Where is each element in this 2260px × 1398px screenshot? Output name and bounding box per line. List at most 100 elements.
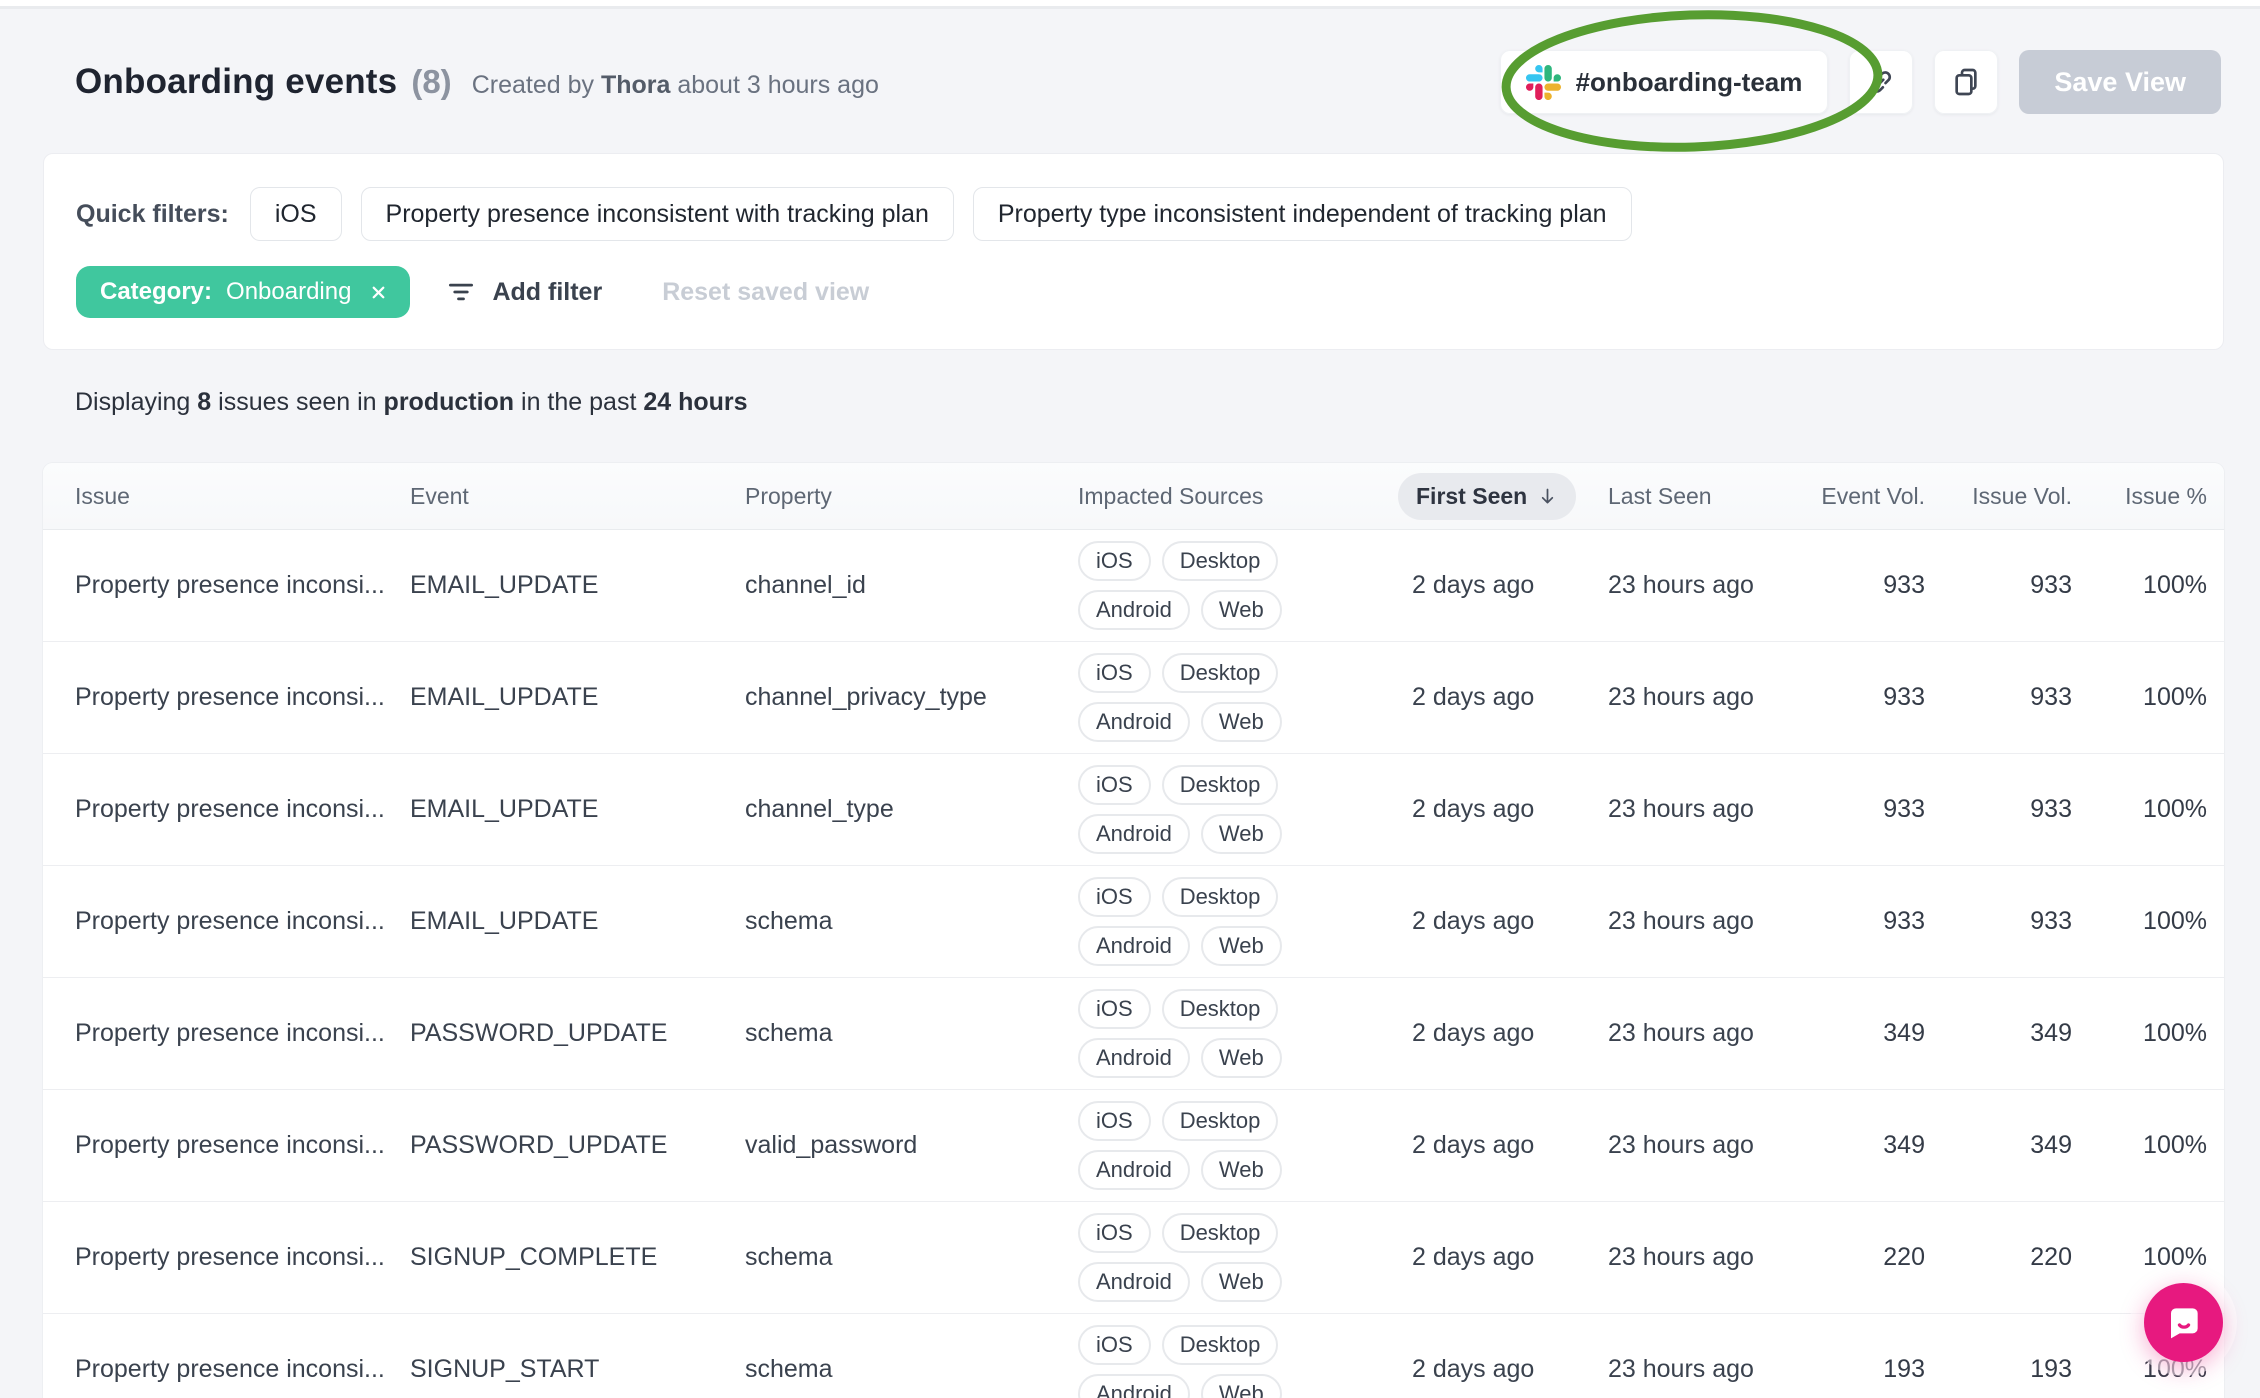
page-title: Onboarding events [75,62,398,101]
duplicate-view-button[interactable] [1934,50,1999,114]
quick-filters-label: Quick filters: [76,199,229,228]
table-row[interactable]: Property presence inconsi... EMAIL_UPDAT… [43,530,2224,642]
table-header: Issue Event Property Impacted Sources Fi… [43,463,2224,530]
category-filter-chip[interactable]: Category: Onboarding [76,266,411,318]
col-header-issue-vol[interactable]: Issue Vol. [1925,483,2072,510]
quick-filter-presence-inconsistent[interactable]: Property presence inconsistent with trac… [360,187,954,241]
save-view-button[interactable]: Save View [2019,50,2221,114]
col-header-event[interactable]: Event [410,483,745,510]
table-row[interactable]: Property presence inconsi... SIGNUP_COMP… [43,1202,2224,1314]
source-pill: iOS [1078,989,1151,1029]
reset-saved-view-button[interactable]: Reset saved view [662,278,869,307]
source-pill: Web [1200,702,1282,742]
add-filter-button[interactable]: Add filter [446,277,602,307]
sources-cell: iOS Desktop Android Web [1078,653,1398,742]
issue-cell: Property presence inconsi... [75,907,385,935]
sources-cell: iOS Desktop Android Web [1078,765,1398,854]
save-view-label: Save View [2054,66,2186,97]
property-cell: channel_type [745,795,894,823]
source-pill: Web [1200,926,1282,966]
remove-filter-icon[interactable] [369,283,388,302]
table-row[interactable]: Property presence inconsi... SIGNUP_STAR… [43,1314,2224,1398]
summary-prefix: Displaying [75,388,191,416]
table-row[interactable]: Property presence inconsi... EMAIL_UPDAT… [43,642,2224,754]
col-header-last-seen[interactable]: Last Seen [1594,483,1818,510]
source-pill: Desktop [1161,1213,1279,1253]
source-pill: Desktop [1161,1325,1279,1365]
source-pill: iOS [1078,1325,1151,1365]
property-cell: valid_password [745,1131,918,1159]
filter-lines-icon [446,277,476,307]
table-row[interactable]: Property presence inconsi... PASSWORD_UP… [43,1090,2224,1202]
col-header-issue-pct[interactable]: Issue % [2072,483,2207,510]
quick-filter-type-inconsistent[interactable]: Property type inconsistent independent o… [972,187,1632,241]
event-cell: EMAIL_UPDATE [410,571,599,599]
first-seen-cell: 2 days ago [1412,1243,1535,1271]
active-filters-row: Category: Onboarding Add filter Reset sa… [76,266,2191,318]
source-pill: Android [1078,926,1190,966]
event-cell: PASSWORD_UPDATE [410,1131,668,1159]
table-row[interactable]: Property presence inconsi... PASSWORD_UP… [43,978,2224,1090]
col-header-impacted-sources[interactable]: Impacted Sources [1078,483,1398,510]
source-pill: Desktop [1161,877,1279,917]
issue-cell: Property presence inconsi... [75,683,385,711]
first-seen-cell: 2 days ago [1412,795,1535,823]
slack-channel-button[interactable]: #onboarding-team [1499,50,1829,114]
col-header-event-vol[interactable]: Event Vol. [1818,483,1925,510]
sources-cell: iOS Desktop Android Web [1078,1213,1398,1302]
col-header-issue[interactable]: Issue [75,483,410,510]
issue-cell: Property presence inconsi... [75,795,385,823]
event-vol-cell: 933 [1883,795,1925,823]
chat-bubble-icon [2164,1303,2204,1343]
summary-mid1: issues seen in [218,388,377,416]
issue-cell: Property presence inconsi... [75,571,385,599]
event-vol-cell: 349 [1883,1019,1925,1047]
event-cell: EMAIL_UPDATE [410,907,599,935]
event-cell: SIGNUP_START [410,1355,600,1383]
issue-vol-cell: 933 [2030,907,2072,935]
table-row[interactable]: Property presence inconsi... EMAIL_UPDAT… [43,866,2224,978]
chat-launcher-button[interactable] [2144,1283,2223,1362]
chip-value: Onboarding [226,278,352,305]
source-pill: Android [1078,1150,1190,1190]
issue-cell: Property presence inconsi... [75,1243,385,1271]
source-pill: iOS [1078,765,1151,805]
col-header-first-seen[interactable]: First Seen [1398,472,1594,520]
last-seen-cell: 23 hours ago [1608,795,1754,823]
event-cell: EMAIL_UPDATE [410,683,599,711]
sources-cell: iOS Desktop Android Web [1078,989,1398,1078]
last-seen-cell: 23 hours ago [1608,1355,1754,1383]
byline: Created by Thora about 3 hours ago [472,71,879,100]
first-seen-cell: 2 days ago [1412,907,1535,935]
issues-table: Issue Event Property Impacted Sources Fi… [43,463,2224,1398]
copy-link-button[interactable] [1849,50,1914,114]
issue-vol-cell: 933 [2030,571,2072,599]
table-body: Property presence inconsi... EMAIL_UPDAT… [43,530,2224,1398]
issue-vol-cell: 349 [2030,1131,2072,1159]
sources-cell: iOS Desktop Android Web [1078,541,1398,630]
source-pill: iOS [1078,877,1151,917]
issue-vol-cell: 933 [2030,795,2072,823]
first-seen-sort-pill[interactable]: First Seen [1398,472,1577,520]
last-seen-cell: 23 hours ago [1608,907,1754,935]
copy-icon [1950,66,1982,98]
byline-prefix: Created by [471,71,594,99]
add-filter-label: Add filter [492,277,603,306]
byline-suffix: about 3 hours ago [677,71,879,99]
source-pill: Desktop [1161,1101,1279,1141]
table-row[interactable]: Property presence inconsi... EMAIL_UPDAT… [43,754,2224,866]
source-pill: Android [1078,1374,1190,1398]
event-vol-cell: 193 [1883,1355,1925,1383]
source-pill: iOS [1078,541,1151,581]
event-vol-cell: 220 [1883,1243,1925,1271]
quick-filter-ios[interactable]: iOS [249,187,342,241]
property-cell: channel_id [745,571,866,599]
source-pill: iOS [1078,1213,1151,1253]
slack-channel-label: #onboarding-team [1575,66,1803,97]
col-header-property[interactable]: Property [745,483,1078,510]
source-pill: Android [1078,1262,1190,1302]
page-header: Onboarding events (8) Created by Thora a… [75,42,2221,122]
event-vol-cell: 933 [1883,683,1925,711]
chip-label: Category: [100,278,213,305]
issue-vol-cell: 933 [2030,683,2072,711]
